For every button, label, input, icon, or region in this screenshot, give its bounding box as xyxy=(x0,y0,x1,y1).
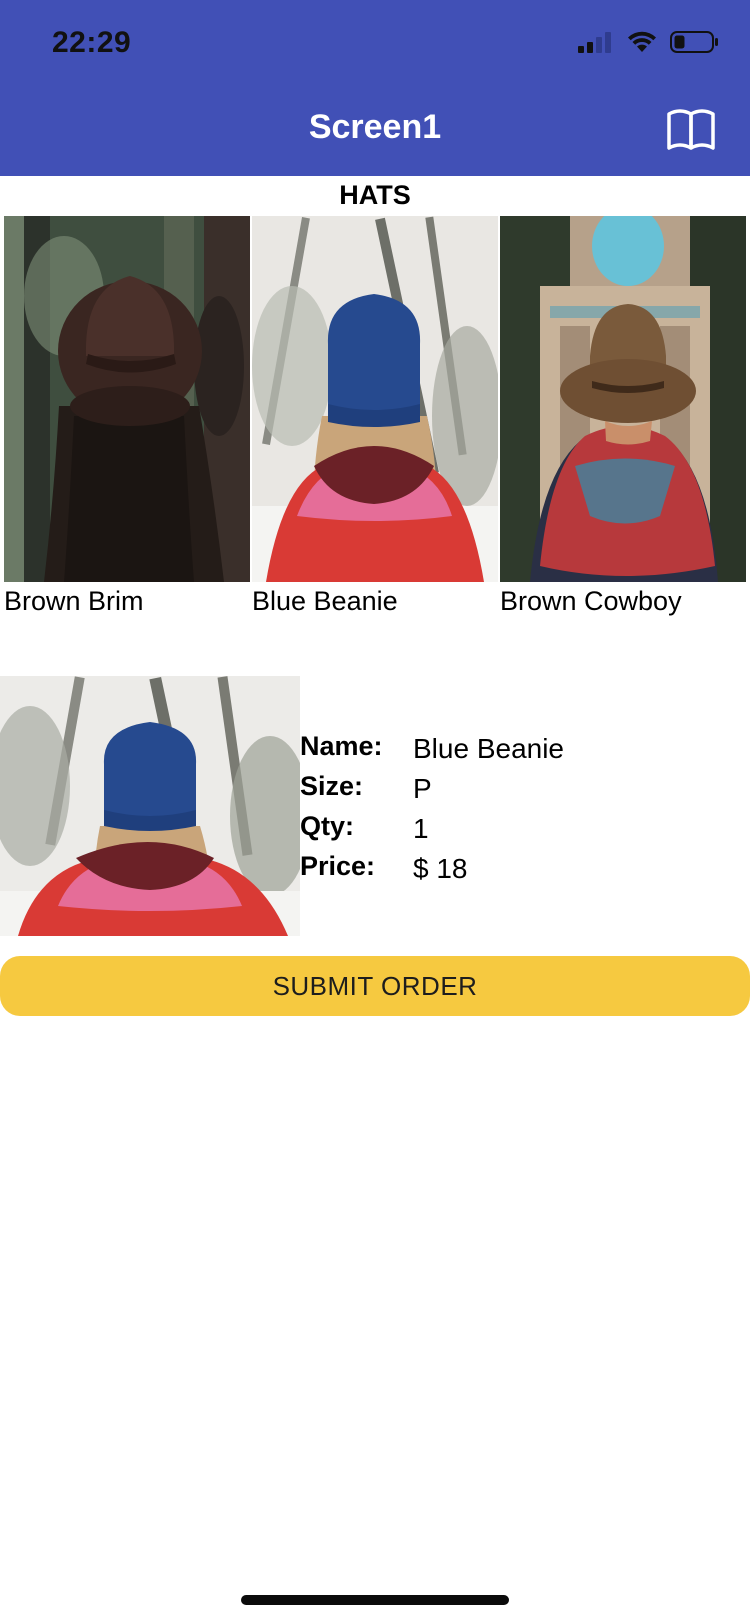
order-details: Name: Blue Beanie Size: P Qty: 1 Price: … xyxy=(300,726,564,886)
price-label: Price: xyxy=(300,850,376,881)
gallery-label: Blue Beanie xyxy=(252,586,398,616)
gallery-item-blue-beanie[interactable]: Blue Beanie xyxy=(252,216,500,617)
selected-hat-photo xyxy=(0,676,300,936)
home-indicator[interactable] xyxy=(241,1595,509,1605)
book-icon xyxy=(667,109,715,150)
status-time: 22:29 xyxy=(52,26,132,59)
cellular-signal-icon xyxy=(578,32,611,53)
name-label: Name: xyxy=(300,730,383,761)
wifi-icon xyxy=(628,31,656,52)
submit-order-button[interactable]: SUBMIT ORDER xyxy=(0,956,750,1016)
detail-row-size: Size: P xyxy=(300,766,564,806)
status-icons xyxy=(578,30,720,54)
gallery-label: Brown Cowboy xyxy=(500,586,682,616)
brown-cowboy-photo xyxy=(500,216,746,582)
gallery-item-brown-brim[interactable]: Brown Brim xyxy=(4,216,252,617)
app-bar: 22:29 Screen1 xyxy=(0,0,750,176)
name-value: Blue Beanie xyxy=(413,733,565,764)
price-value: $ 18 xyxy=(413,853,468,884)
qty-label: Qty: xyxy=(300,810,354,841)
battery-icon xyxy=(670,31,718,53)
size-value: P xyxy=(413,773,432,804)
detail-row-name: Name: Blue Beanie xyxy=(300,726,564,766)
detail-row-price: Price: $ 18 xyxy=(300,846,564,886)
size-label: Size: xyxy=(300,770,364,801)
gallery-label: Brown Brim xyxy=(4,586,144,616)
page-title: Screen1 xyxy=(308,108,442,146)
section-heading: HATS xyxy=(339,180,411,210)
book-button[interactable] xyxy=(666,108,716,152)
detail-row-qty: Qty: 1 xyxy=(300,806,564,846)
gallery-item-brown-cowboy[interactable]: Brown Cowboy xyxy=(500,216,748,617)
qty-value: 1 xyxy=(413,813,429,844)
blue-beanie-photo xyxy=(252,216,498,582)
brown-brim-photo xyxy=(4,216,250,582)
